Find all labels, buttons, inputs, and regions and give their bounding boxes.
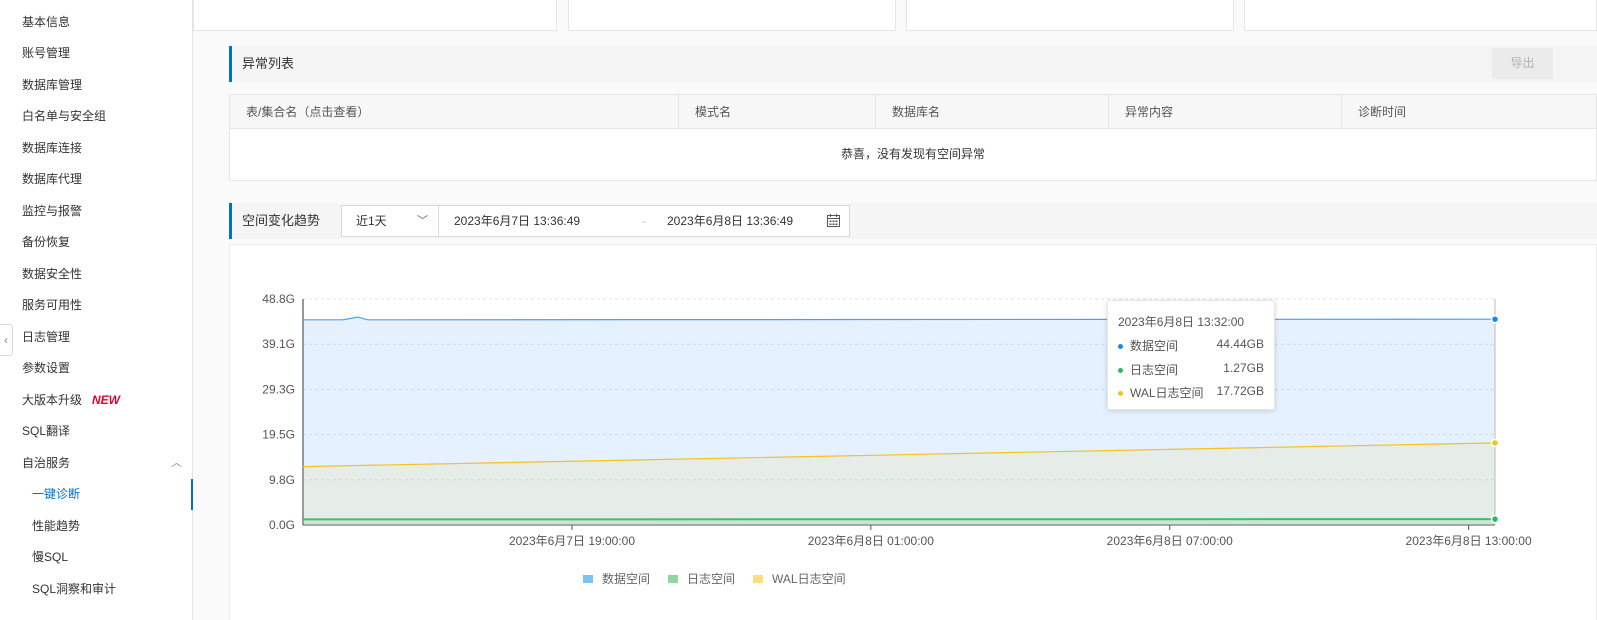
tooltip-time: 2023年6月8日 13:32:00 [1118, 315, 1245, 329]
summary-card [1244, 0, 1597, 31]
sidebar-item-label: SQL翻译 [22, 424, 71, 438]
range-select[interactable]: 近1天 ﹀ [341, 205, 439, 237]
sidebar-item-label: 备份恢复 [22, 235, 71, 249]
sidebar-item-label: 白名单与安全组 [22, 109, 107, 123]
sidebar-item-availability[interactable]: 服务可用性 [0, 290, 192, 321]
series-dot-icon [1118, 367, 1123, 373]
tooltip-row: 日志空间 1.27GB [1118, 361, 1264, 385]
sidebar-item-label: 基本信息 [22, 15, 71, 29]
legend-label: 日志空间 [687, 572, 736, 586]
chart-tooltip: 2023年6月8日 13:32:00 数据空间 44.44GB 日志空间 1.27G… [1107, 300, 1275, 410]
anomaly-table: 表/集合名（点击查看） 模式名 数据库名 异常内容 诊断时间 恭喜，没有发现有空… [229, 94, 1597, 181]
legend-label: WAL日志空间 [772, 572, 846, 586]
sidebar-item-upgrade[interactable]: 大版本升级 NEW [0, 385, 192, 416]
sidebar-item-slow-sql[interactable]: 慢SQL [0, 542, 192, 573]
sidebar-item-params[interactable]: 参数设置 [0, 353, 192, 384]
new-badge: NEW [92, 393, 121, 407]
sidebar-item-label: 数据库连接 [22, 141, 83, 155]
tooltip-row: 数据空间 44.44GB [1118, 337, 1264, 361]
sidebar-item-sql-audit[interactable]: SQL洞察和审计 [0, 574, 192, 605]
tooltip-series-name: 数据空间 [1130, 339, 1179, 353]
range-select-value: 近1天 [356, 214, 387, 228]
sidebar-item-label: 服务可用性 [22, 298, 83, 312]
chevron-down-icon: ﹀ [417, 215, 428, 227]
sidebar-item-sql-translate[interactable]: SQL翻译 [0, 416, 192, 447]
sidebar-item-proxy[interactable]: 数据库代理 [0, 164, 192, 195]
legend-item[interactable]: 日志空间 [668, 570, 735, 587]
sidebar-item-whitelist[interactable]: 白名单与安全组 [0, 101, 192, 132]
legend-item[interactable]: WAL日志空间 [753, 570, 846, 587]
tooltip-series-value: 17.72GB [1216, 384, 1264, 398]
sidebar-item-connection[interactable]: 数据库连接 [0, 133, 192, 164]
legend-swatch-icon [668, 574, 679, 583]
column-header: 模式名 [679, 95, 876, 129]
sidebar-item-label: 参数设置 [22, 361, 71, 375]
start-time-input[interactable]: 2023年6月7日 13:36:49 [454, 206, 580, 236]
column-header: 数据库名 [876, 95, 1109, 129]
chart-container [229, 244, 1597, 620]
sidebar-item-label: 一键诊断 [32, 487, 81, 501]
table-header: 表/集合名（点击查看） 模式名 数据库名 异常内容 诊断时间 [230, 95, 1596, 129]
legend-label: 数据空间 [602, 572, 651, 586]
tooltip-series-value: 1.27GB [1223, 360, 1264, 375]
tooltip-series-name: WAL日志空间 [1130, 386, 1204, 400]
sidebar-item-label: 账号管理 [22, 46, 71, 60]
sidebar-item-label: 日志管理 [22, 330, 71, 344]
sidebar-item-label: 慢SQL [32, 550, 69, 564]
sidebar-item-security[interactable]: 数据安全性 [0, 259, 192, 290]
legend-item[interactable]: 数据空间 [583, 570, 650, 587]
main-content: 异常列表 导出 表/集合名（点击查看） 模式名 数据库名 异常内容 诊断时间 恭… [193, 0, 1597, 620]
sidebar: 基本信息 账号管理 数据库管理 白名单与安全组 数据库连接 数据库代理 监控与报… [0, 0, 193, 620]
sidebar-item-databases[interactable]: 数据库管理 [0, 70, 192, 101]
sidebar-item-logs[interactable]: 日志管理 [0, 322, 192, 353]
tooltip-series-name: 日志空间 [1130, 362, 1179, 377]
date-range-picker[interactable]: 2023年6月7日 13:36:49 - 2023年6月8日 13:36:49 [438, 205, 850, 237]
chart-legend: 数据空间 日志空间 WAL日志空间 [583, 570, 846, 587]
sidebar-item-label: 性能趋势 [32, 519, 81, 533]
sidebar-item-label: 数据库管理 [22, 78, 83, 92]
calendar-icon[interactable] [827, 214, 840, 227]
sidebar-item-label: 数据库代理 [22, 172, 83, 186]
sidebar-item-diagnosis[interactable]: 一键诊断 [0, 479, 193, 510]
empty-state-text: 恭喜，没有发现有空间异常 [840, 147, 985, 161]
legend-swatch-icon [753, 574, 764, 583]
column-header: 诊断时间 [1358, 105, 1407, 119]
chevron-up-icon: ︿ [171, 457, 182, 469]
sidebar-item-label: 自治服务 [22, 456, 71, 470]
sidebar-item-label: 大版本升级 [22, 393, 83, 407]
export-button[interactable]: 导出 [1492, 48, 1553, 79]
chevron-left-icon: ‹ [4, 333, 8, 347]
summary-card [193, 0, 557, 31]
sidebar-item-label: SQL洞察和审计 [32, 582, 117, 596]
summary-card [568, 0, 896, 31]
tooltip-series-value: 44.44GB [1216, 337, 1264, 351]
sidebar-item-perf-trend[interactable]: 性能趋势 [0, 511, 192, 542]
sidebar-item-backup[interactable]: 备份恢复 [0, 227, 192, 258]
series-dot-icon [1118, 344, 1123, 350]
sidebar-item-label: 监控与报警 [22, 204, 83, 218]
range-separator: - [642, 214, 646, 228]
anomaly-section-header: 异常列表 [229, 46, 1597, 82]
sidebar-item-label: 数据安全性 [22, 267, 83, 281]
summary-card [906, 0, 1234, 31]
sidebar-item-monitoring[interactable]: 监控与报警 [0, 196, 192, 227]
sidebar-item-basic-info[interactable]: 基本信息 [0, 7, 192, 38]
sidebar-item-autonomous[interactable]: 自治服务 ︿ [0, 448, 192, 479]
legend-swatch-icon [583, 574, 593, 583]
sidebar-collapse-toggle[interactable]: ‹ [0, 324, 13, 356]
tooltip-row: WAL日志空间 17.72GB [1118, 384, 1264, 408]
sidebar-item-accounts[interactable]: 账号管理 [0, 38, 192, 69]
column-header: 表/集合名（点击查看） [230, 95, 679, 129]
end-time-input[interactable]: 2023年6月8日 13:36:49 [667, 206, 793, 236]
column-header: 异常内容 [1109, 95, 1342, 129]
section-title: 空间变化趋势 [242, 213, 321, 228]
section-title: 异常列表 [242, 56, 295, 71]
series-dot-icon [1118, 391, 1123, 397]
